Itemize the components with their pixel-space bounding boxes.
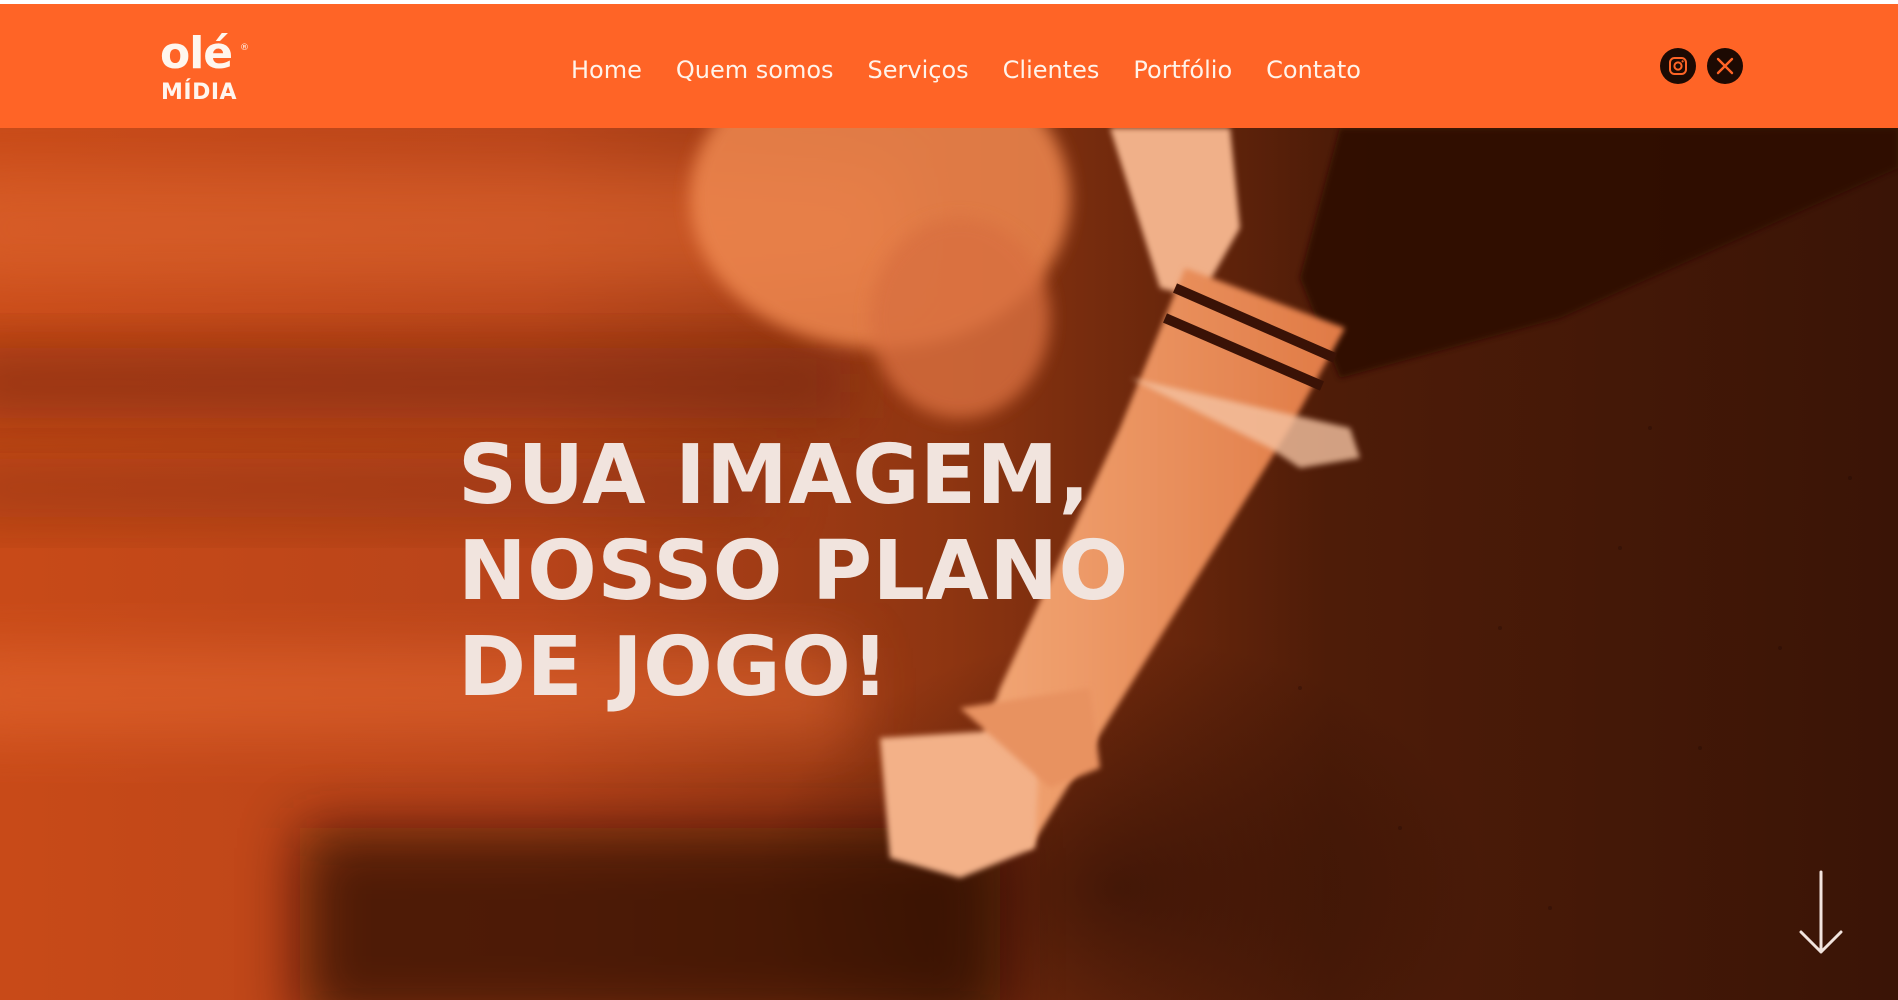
nav-item-home[interactable]: Home [571, 50, 642, 90]
hero-headline: SUA IMAGEM, NOSSO PLANO DE JOGO! [458, 428, 1158, 716]
x-twitter-button[interactable] [1707, 48, 1743, 84]
brand-logo[interactable]: olé ® MÍDIA [160, 32, 250, 108]
x-twitter-icon [1716, 57, 1734, 75]
logo-registered-mark: ® [240, 43, 249, 53]
nav-item-quem-somos[interactable]: Quem somos [676, 50, 834, 90]
scroll-down-button[interactable] [1797, 870, 1845, 956]
hero-headline-line: SUA IMAGEM, [458, 428, 1091, 523]
instagram-button[interactable] [1660, 48, 1696, 84]
nav-item-contato[interactable]: Contato [1266, 50, 1361, 90]
hero-headline-line: DE JOGO! [458, 620, 890, 715]
nav-item-portfolio[interactable]: Portfólio [1133, 50, 1232, 90]
logo-wordmark-bottom: MÍDIA [161, 80, 238, 105]
hero-section: SUA IMAGEM, NOSSO PLANO DE JOGO! [0, 128, 1898, 1000]
nav-item-servicos[interactable]: Serviços [868, 50, 969, 90]
main-nav: Home Quem somos Serviços Clientes Portfó… [571, 50, 1361, 90]
hero-headline-line: NOSSO PLANO [458, 524, 1129, 619]
logo-wordmark-top: olé [160, 28, 233, 79]
nav-item-clientes[interactable]: Clientes [1003, 50, 1100, 90]
site-header: olé ® MÍDIA Home Quem somos Serviços Cli… [0, 4, 1898, 128]
instagram-icon [1668, 56, 1688, 76]
page: olé ® MÍDIA Home Quem somos Serviços Cli… [0, 0, 1898, 1000]
arrow-down-icon [1797, 870, 1845, 960]
